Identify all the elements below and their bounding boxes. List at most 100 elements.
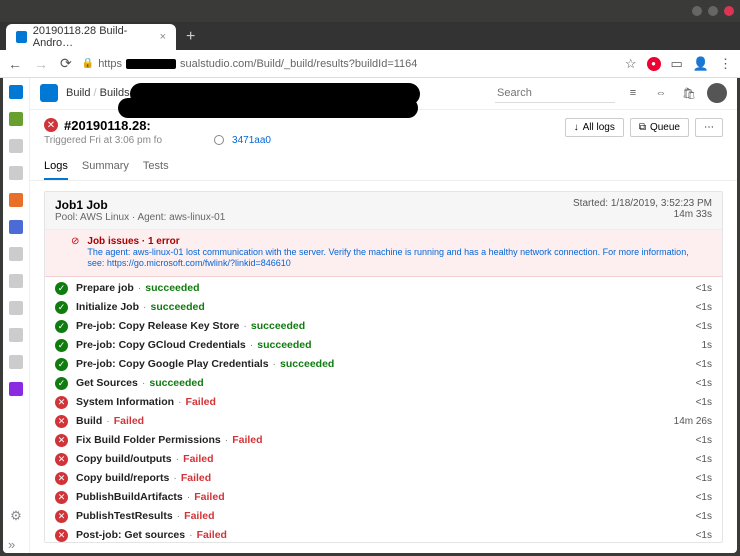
step-name: Post-job: Get sources xyxy=(76,529,185,541)
job-title: Job1 Job xyxy=(55,198,225,212)
rail-item-6[interactable] xyxy=(3,240,30,267)
rail-icon xyxy=(9,247,23,261)
build-step[interactable]: ✕Build·Failed14m 26s xyxy=(51,412,716,431)
step-name: Prepare job xyxy=(76,282,134,294)
step-status: Failed xyxy=(232,434,262,446)
rail-item-4[interactable] xyxy=(3,186,30,213)
browser-tab[interactable]: 20190118.28 Build-Andro… × xyxy=(6,24,176,50)
step-status: succeeded xyxy=(151,301,205,313)
window-minimize-icon[interactable] xyxy=(692,6,702,16)
step-status: Failed xyxy=(114,415,144,427)
view-tabs: Logs Summary Tests xyxy=(30,154,737,181)
redaction-blob xyxy=(118,98,418,118)
step-duration: <1s xyxy=(696,302,712,313)
new-tab-button[interactable]: + xyxy=(176,24,205,50)
error-icon: ✕ xyxy=(55,472,68,485)
breadcrumb-item[interactable]: Build xyxy=(66,87,90,99)
build-step[interactable]: ✕System Information·Failed<1s xyxy=(51,393,716,412)
build-step[interactable]: ✓Pre-job: Copy Google Play Credentials·s… xyxy=(51,355,716,374)
commit-hash[interactable]: 3471aa0 xyxy=(232,135,271,146)
trigger-text: Triggered Fri at 3:06 pm fo xyxy=(44,135,162,146)
all-logs-button[interactable]: ↓All logs xyxy=(565,118,624,137)
build-step[interactable]: ✓Initialize Job·succeeded<1s xyxy=(51,298,716,317)
browser-urlbar: ← → ⟳ 🔒 https sualstudio.com/Build/_buil… xyxy=(0,50,740,78)
url-field[interactable]: 🔒 https sualstudio.com/Build/_build/resu… xyxy=(82,58,615,70)
tab-close-icon[interactable]: × xyxy=(160,31,166,43)
gear-icon: ⚙ xyxy=(10,508,22,524)
build-step[interactable]: ✕PublishBuildArtifacts·Failed<1s xyxy=(51,488,716,507)
commit-icon xyxy=(214,135,224,145)
rail-settings[interactable]: ⚙ xyxy=(3,502,30,529)
url-prefix: https xyxy=(98,58,122,70)
queue-button[interactable]: ⧉Queue xyxy=(630,118,689,137)
rail-item-9[interactable] xyxy=(3,321,30,348)
step-name: PublishTestResults xyxy=(76,510,173,522)
build-step[interactable]: ✕Copy build/outputs·Failed<1s xyxy=(51,450,716,469)
app-content: ⚙ Build / Builds / Build-Android-YML-CI … xyxy=(3,78,737,553)
rail-item-3[interactable] xyxy=(3,159,30,186)
build-step[interactable]: ✕PublishTestResults·Failed<1s xyxy=(51,507,716,526)
rail-item-7[interactable] xyxy=(3,267,30,294)
build-step[interactable]: ✓Pre-job: Copy GCloud Credentials·succee… xyxy=(51,336,716,355)
build-step[interactable]: ✕Post-job: Get sources·Failed<1s xyxy=(51,526,716,543)
step-list: ✓Prepare job·succeeded<1s✓Initialize Job… xyxy=(45,277,722,543)
browser-menu-icon[interactable]: ⋮ xyxy=(719,56,732,72)
rail-icon xyxy=(9,139,23,153)
rail-item-5[interactable] xyxy=(3,213,30,240)
nav-back-icon[interactable]: ← xyxy=(8,56,22,72)
bookmark-star-icon[interactable]: ☆ xyxy=(625,56,637,72)
check-icon: ✓ xyxy=(55,301,68,314)
build-step[interactable]: ✕Fix Build Folder Permissions·Failed<1s xyxy=(51,431,716,450)
user-avatar[interactable] xyxy=(707,83,727,103)
rail-item-11[interactable] xyxy=(3,375,30,402)
rail-item-8[interactable] xyxy=(3,294,30,321)
window-maximize-icon[interactable] xyxy=(708,6,718,16)
rail-icon xyxy=(9,382,23,396)
check-icon: ✓ xyxy=(55,377,68,390)
view-tab-tests[interactable]: Tests xyxy=(143,154,169,180)
window-titlebar xyxy=(0,0,740,22)
search-input[interactable] xyxy=(495,84,615,103)
project-logo-icon[interactable] xyxy=(40,84,58,102)
view-tab-summary[interactable]: Summary xyxy=(82,154,129,180)
nav-reload-icon[interactable]: ⟳ xyxy=(60,55,72,72)
step-duration: <1s xyxy=(696,283,712,294)
build-status-failed-icon: ✕ xyxy=(44,118,58,132)
error-icon: ✕ xyxy=(55,396,68,409)
window-close-icon[interactable] xyxy=(724,6,734,16)
profile-avatar-icon[interactable]: 👤 xyxy=(693,56,709,72)
issue-detail[interactable]: The agent: aws-linux-01 lost communicati… xyxy=(87,247,696,270)
shopping-bag-icon[interactable]: 🛍 xyxy=(679,87,699,100)
rail-item-0[interactable] xyxy=(3,78,30,105)
step-duration: 14m 26s xyxy=(674,416,712,427)
error-icon: ✕ xyxy=(55,529,68,542)
build-step[interactable]: ✓Get Sources·succeeded<1s xyxy=(51,374,716,393)
step-status: succeeded xyxy=(149,377,203,389)
step-status: Failed xyxy=(183,453,213,465)
more-actions-button[interactable]: ⋯ xyxy=(695,118,723,137)
rail-item-1[interactable] xyxy=(3,105,30,132)
step-status: Failed xyxy=(194,491,224,503)
settings-icon[interactable]: ⇔ xyxy=(651,87,671,99)
build-step[interactable]: ✓Prepare job·succeeded<1s xyxy=(51,279,716,298)
extension-badge-icon[interactable]: ● xyxy=(647,57,661,71)
step-duration: <1s xyxy=(696,454,712,465)
step-name: Pre-job: Copy GCloud Credentials xyxy=(76,339,246,351)
nav-forward-icon[interactable]: → xyxy=(34,56,48,72)
issue-title: Job issues · 1 error xyxy=(87,236,696,247)
filter-icon[interactable]: ≡ xyxy=(623,87,643,99)
expand-rail-icon[interactable]: » xyxy=(8,537,15,552)
check-icon: ✓ xyxy=(55,282,68,295)
rail-item-10[interactable] xyxy=(3,348,30,375)
step-duration: <1s xyxy=(696,511,712,522)
step-status: Failed xyxy=(184,510,214,522)
build-step[interactable]: ✓Pre-job: Copy Release Key Store·succeed… xyxy=(51,317,716,336)
rail-item-2[interactable] xyxy=(3,132,30,159)
error-icon: ✕ xyxy=(55,510,68,523)
job-started: Started: 1/18/2019, 3:52:23 PM xyxy=(573,198,712,209)
step-name: Pre-job: Copy Release Key Store xyxy=(76,320,239,332)
step-name: Get Sources xyxy=(76,377,138,389)
extension-box-icon[interactable]: ▭ xyxy=(671,56,683,72)
view-tab-logs[interactable]: Logs xyxy=(44,154,68,180)
build-step[interactable]: ✕Copy build/reports·Failed<1s xyxy=(51,469,716,488)
